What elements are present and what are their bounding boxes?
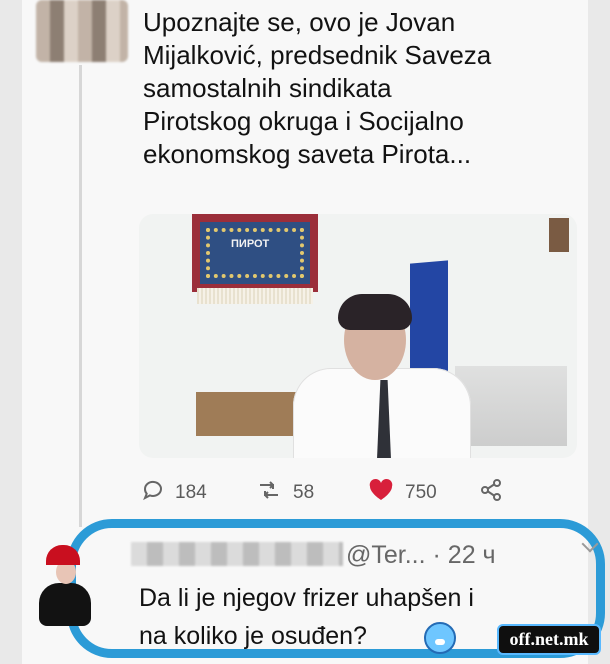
retweet-action[interactable]: 58 (255, 479, 314, 507)
rug-text: ПИРОТ (231, 238, 270, 250)
person-hair (338, 294, 412, 330)
avatar-tuxedo (39, 583, 91, 626)
office-background (455, 366, 567, 446)
reply-time: · 22 ч (432, 541, 496, 569)
heart-icon (367, 478, 395, 508)
reply-handle[interactable]: @Ter... (346, 541, 426, 569)
thread-line (79, 65, 82, 527)
reply-meta: @Ter... · 22 ч (346, 540, 496, 570)
watermark: off.net.mk (497, 624, 601, 655)
comment-icon (141, 478, 165, 508)
wall-frame (549, 218, 569, 252)
retweet-count: 58 (293, 482, 315, 503)
blurred-name (131, 542, 343, 566)
wall-rug (192, 214, 318, 292)
like-action[interactable]: 750 (367, 478, 437, 508)
reply-avatar[interactable] (36, 545, 94, 626)
santa-hat (46, 545, 80, 565)
reply-count: 184 (175, 482, 207, 503)
tweet-photo[interactable]: ПИРОТ (139, 214, 577, 458)
tweet-text: Upoznajte se, ovo je Jovan Mijalković, p… (143, 7, 492, 169)
rug-fringe (197, 288, 313, 304)
share-action[interactable] (478, 479, 514, 507)
share-icon (478, 477, 504, 509)
tweet-actions: 184 58 750 (141, 478, 521, 508)
blurred-avatar[interactable] (36, 0, 128, 62)
reply-action[interactable]: 184 (141, 479, 207, 507)
like-count: 750 (405, 482, 437, 503)
flag (410, 260, 448, 380)
reply-text: Da li je njegov frizer uhapšen i na koli… (139, 584, 474, 650)
tweet-screenshot: Upoznajte se, ovo je Jovan Mijalković, p… (0, 0, 610, 664)
retweet-icon (255, 478, 283, 508)
scared-face-icon (424, 622, 456, 654)
